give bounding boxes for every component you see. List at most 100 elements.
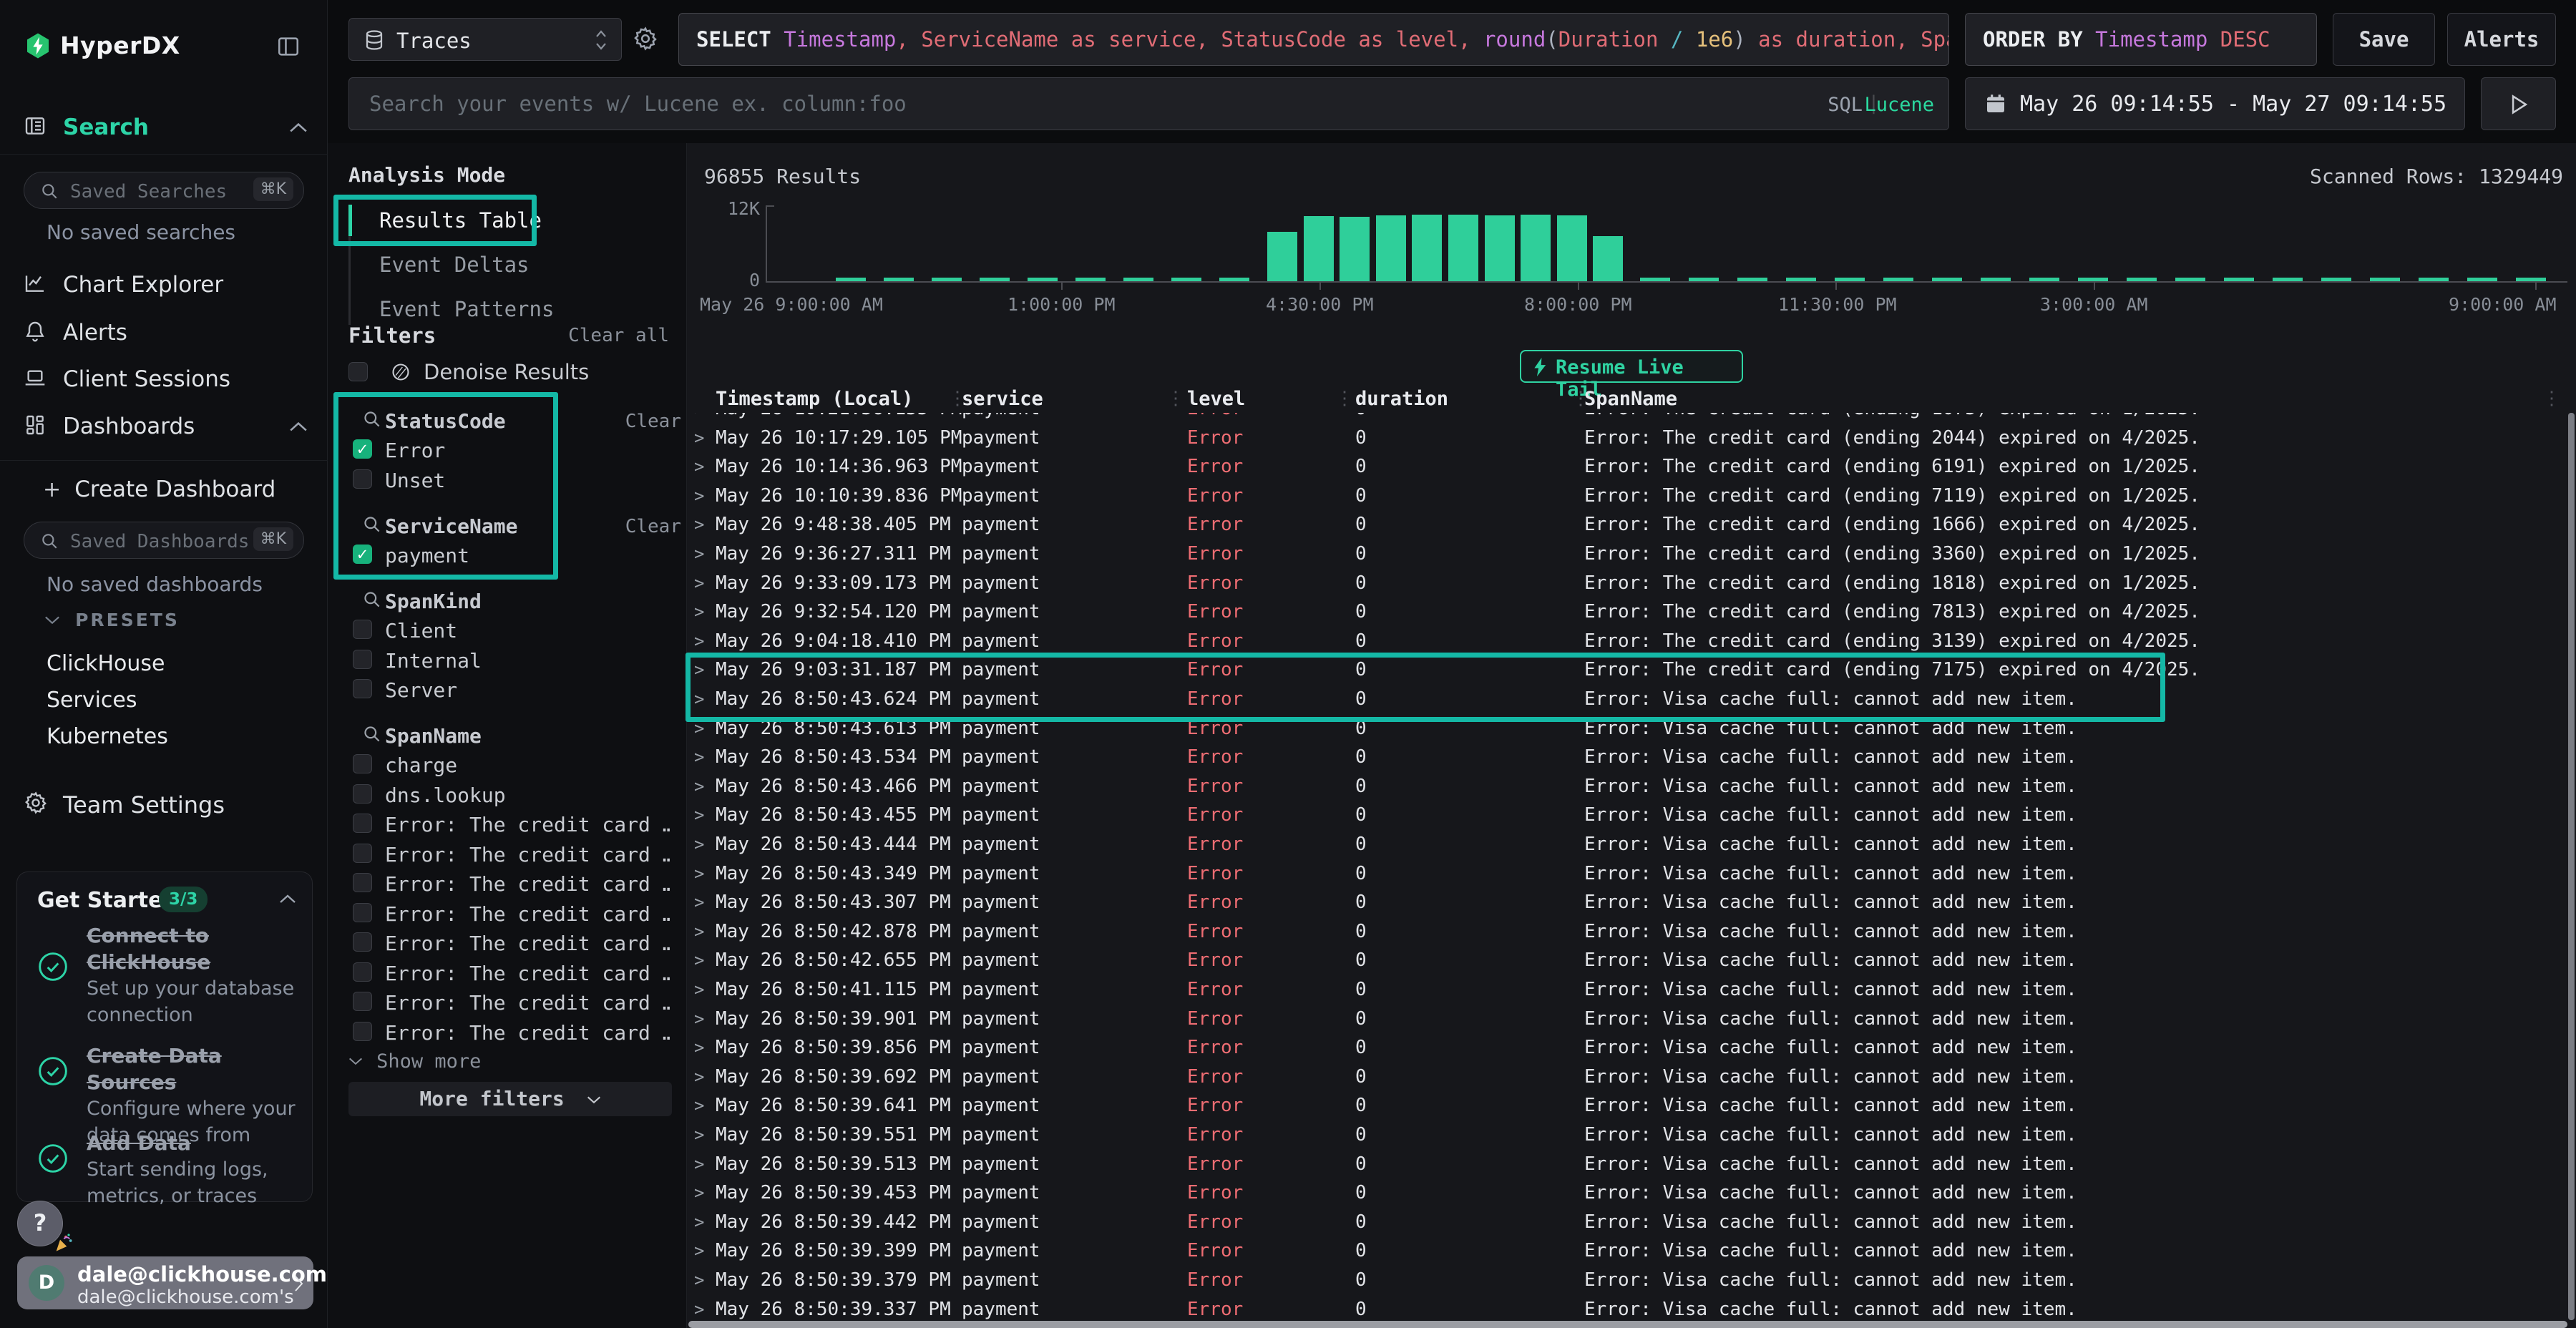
table-row[interactable]: >May 26 8:50:43.307 PMpaymentError0Error… xyxy=(688,888,2567,917)
row-expand-chevron[interactable]: > xyxy=(694,1095,704,1115)
saved-dashboards-input[interactable]: Saved Dashboards ⌘K xyxy=(24,522,304,559)
row-expand-chevron[interactable]: > xyxy=(694,1038,704,1058)
table-row[interactable]: >May 26 8:50:42.655 PMpaymentError0Error… xyxy=(688,946,2567,975)
filter-checkbox[interactable] xyxy=(353,873,372,892)
alerts-button[interactable]: Alerts xyxy=(2447,13,2556,66)
row-expand-chevron[interactable]: > xyxy=(694,1154,704,1174)
table-row[interactable]: >May 26 10:14:36.963 PMpaymentError0Erro… xyxy=(688,452,2567,482)
filter-option[interactable]: Error: The credit card … xyxy=(328,900,687,929)
row-expand-chevron[interactable]: > xyxy=(694,834,704,854)
table-row[interactable]: >May 26 8:50:39.856 PMpaymentError0Error… xyxy=(688,1033,2567,1063)
analysis-mode-results-table[interactable]: Results Table xyxy=(379,205,542,236)
create-dashboard-button[interactable]: + Create Dashboard xyxy=(43,477,275,502)
table-row[interactable]: >May 26 10:17:29.105 PMpaymentError0Erro… xyxy=(688,424,2567,453)
filter-checkbox[interactable] xyxy=(353,650,372,669)
filter-option[interactable]: ✓Error xyxy=(328,436,687,465)
show-more-toggle[interactable]: Show more xyxy=(348,1050,481,1073)
table-row[interactable]: >May 26 8:50:43.444 PMpaymentError0Error… xyxy=(688,830,2567,859)
help-button[interactable]: ? xyxy=(17,1201,63,1246)
table-row[interactable]: >May 26 10:21:56.155 PMpaymentError0Erro… xyxy=(688,413,2567,424)
more-filters-button[interactable]: More filters xyxy=(348,1082,672,1116)
column-resize-handle[interactable]: ⋮ xyxy=(2542,388,2561,409)
filter-checkbox[interactable]: ✓ xyxy=(353,439,372,459)
denoise-checkbox[interactable] xyxy=(348,362,368,381)
filter-group-clear[interactable]: Clear xyxy=(625,516,681,537)
filter-checkbox[interactable] xyxy=(353,679,372,698)
row-expand-chevron[interactable]: > xyxy=(694,1241,704,1261)
run-query-button[interactable] xyxy=(2481,77,2556,130)
row-expand-chevron[interactable]: > xyxy=(694,1270,704,1290)
table-row[interactable]: >May 26 8:50:39.551 PMpaymentError0Error… xyxy=(688,1120,2567,1150)
filter-option[interactable]: Unset xyxy=(328,467,687,495)
sidebar-preset-clickhouse[interactable]: ClickHouse xyxy=(47,651,165,676)
horizontal-scrollbar[interactable] xyxy=(688,1321,2567,1328)
vertical-scrollbar[interactable] xyxy=(2568,413,2575,1320)
row-expand-chevron[interactable]: > xyxy=(694,1212,704,1232)
filter-checkbox[interactable] xyxy=(353,962,372,982)
table-row[interactable]: >May 26 9:04:18.410 PMpaymentError0Error… xyxy=(688,627,2567,656)
histogram-bar[interactable] xyxy=(1448,215,1478,281)
row-expand-chevron[interactable]: > xyxy=(694,428,704,448)
column-header-level[interactable]: level xyxy=(1187,388,1245,410)
sidebar-item-client-sessions[interactable]: Client Sessions xyxy=(0,361,328,398)
row-expand-chevron[interactable]: > xyxy=(694,1125,704,1145)
search-icon[interactable] xyxy=(362,409,381,429)
filter-option[interactable]: Client xyxy=(328,617,687,645)
row-expand-chevron[interactable]: > xyxy=(694,573,704,593)
table-row[interactable]: >May 26 9:36:27.311 PMpaymentError0Error… xyxy=(688,540,2567,569)
table-row[interactable]: >May 26 9:48:38.405 PMpaymentError0Error… xyxy=(688,510,2567,540)
filter-checkbox[interactable] xyxy=(353,932,372,952)
row-expand-chevron[interactable]: > xyxy=(694,776,704,796)
analysis-mode-event-deltas[interactable]: Event Deltas xyxy=(379,249,530,280)
table-row[interactable]: >May 26 8:50:42.878 PMpaymentError0Error… xyxy=(688,917,2567,947)
column-header-spanname[interactable]: SpanName xyxy=(1584,388,1677,410)
table-row[interactable]: >May 26 9:32:54.120 PMpaymentError0Error… xyxy=(688,597,2567,627)
sql-select-editor[interactable]: SELECT Timestamp, ServiceName as service… xyxy=(678,13,1949,66)
lang-toggle-lucene[interactable]: Lucene xyxy=(1864,94,1934,116)
sidebar-item-dashboards[interactable]: Dashboards xyxy=(0,408,328,445)
row-expand-chevron[interactable]: > xyxy=(694,892,704,912)
row-expand-chevron[interactable]: > xyxy=(694,631,704,651)
search-icon[interactable] xyxy=(362,724,381,743)
chevron-up-icon[interactable] xyxy=(279,894,296,904)
table-row[interactable]: >May 26 8:50:43.613 PMpaymentError0Error… xyxy=(688,714,2567,743)
search-icon[interactable] xyxy=(362,590,381,609)
histogram-bar[interactable] xyxy=(1304,216,1334,281)
table-row[interactable]: >May 26 8:50:43.466 PMpaymentError0Error… xyxy=(688,772,2567,801)
date-range-picker[interactable]: May 26 09:14:55 - May 27 09:14:55 xyxy=(1965,77,2465,130)
filter-option[interactable]: Internal xyxy=(328,647,687,675)
table-row[interactable]: >May 26 8:50:39.692 PMpaymentError0Error… xyxy=(688,1063,2567,1092)
histogram-bar[interactable] xyxy=(1376,215,1406,281)
row-expand-chevron[interactable]: > xyxy=(694,805,704,825)
table-row[interactable]: >May 26 8:50:39.513 PMpaymentError0Error… xyxy=(688,1150,2567,1179)
histogram-bar[interactable] xyxy=(1485,215,1515,281)
column-resize-handle[interactable]: ⋮ xyxy=(1166,388,1185,409)
sidebar-item-alerts[interactable]: Alerts xyxy=(0,314,328,351)
chevron-up-icon[interactable] xyxy=(289,421,308,432)
histogram-bar[interactable] xyxy=(1267,232,1297,281)
row-expand-chevron[interactable]: > xyxy=(694,950,704,970)
row-expand-chevron[interactable]: > xyxy=(694,1299,704,1319)
chevron-up-icon[interactable] xyxy=(289,122,308,133)
filter-option[interactable]: Error: The credit card … xyxy=(328,811,687,839)
filter-option[interactable]: dns.lookup xyxy=(328,781,687,810)
filter-option[interactable]: Error: The credit card … xyxy=(328,929,687,958)
filter-option[interactable]: Error: The credit card … xyxy=(328,989,687,1017)
row-expand-chevron[interactable]: > xyxy=(694,689,704,709)
row-expand-chevron[interactable]: > xyxy=(694,1183,704,1203)
table-row[interactable]: >May 26 8:50:39.337 PMpaymentError0Error… xyxy=(688,1295,2567,1320)
resume-live-tail-button[interactable]: Resume Live Tail xyxy=(1520,350,1743,383)
save-button[interactable]: Save xyxy=(2333,13,2435,66)
row-expand-chevron[interactable]: > xyxy=(694,602,704,622)
row-expand-chevron[interactable]: > xyxy=(694,1009,704,1029)
filter-option[interactable]: Error: The credit card … xyxy=(328,870,687,899)
filter-checkbox[interactable] xyxy=(353,784,372,804)
column-header-timestamp-local-[interactable]: Timestamp (Local) xyxy=(716,388,913,410)
filter-checkbox[interactable] xyxy=(353,620,372,639)
filter-option[interactable]: charge xyxy=(328,751,687,780)
histogram-bar[interactable] xyxy=(1340,217,1370,281)
row-expand-chevron[interactable]: > xyxy=(694,486,704,506)
row-expand-chevron[interactable]: > xyxy=(694,980,704,1000)
sidebar-collapse-icon[interactable] xyxy=(276,34,301,59)
sidebar-preset-services[interactable]: Services xyxy=(47,688,137,713)
